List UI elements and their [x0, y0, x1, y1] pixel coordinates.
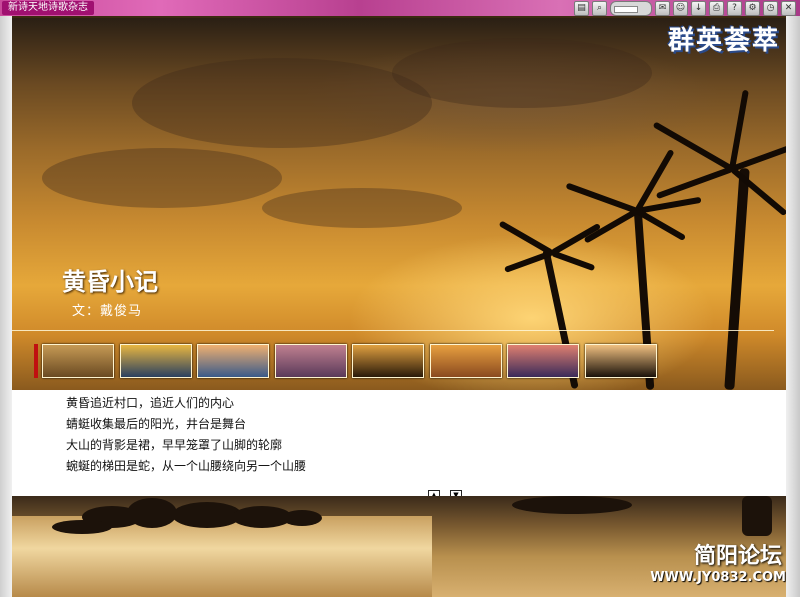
thumbnail-1[interactable] [42, 344, 114, 378]
poem-text-area: 黄昏追近村口，追近人们的内心 蜻蜓收集最后的阳光，井台是舞台 大山的背影是裙，早… [12, 390, 786, 501]
divider-line [12, 330, 774, 331]
beach-image: 简阳论坛 WWW.JY0832.COM [12, 496, 786, 597]
download-icon[interactable]: ↓ [691, 0, 706, 16]
corner-logo: 群英荟萃 [667, 26, 780, 56]
window-title: 新诗天地诗歌杂志 [2, 1, 94, 15]
thumbnail-8[interactable] [584, 344, 657, 378]
forum-url[interactable]: WWW.JY0832.COM [650, 570, 786, 585]
comment-icon[interactable]: ✉ [655, 0, 670, 16]
toolbar: ▤ ⌕ ✉ ☺ ↓ ⎙ ? ⚙ ◷ ✕ [574, 0, 800, 16]
left-border [0, 16, 12, 597]
thumbnail-5[interactable] [352, 344, 424, 378]
forum-logo: 简阳论坛 [693, 543, 782, 569]
thumbnail-3[interactable] [197, 344, 269, 378]
poem-title: 黄昏小记 [62, 267, 158, 296]
right-border [786, 16, 800, 597]
settings-icon[interactable]: ⚙ [745, 0, 760, 16]
user-icon[interactable]: ☺ [673, 0, 688, 16]
page-icon[interactable]: ▤ [574, 0, 589, 16]
sunset-sky-image: 群英荟萃 黄昏小记 文：戴俊马 [12, 18, 786, 391]
poem-line: 大山的背影是裙，早早笼罩了山脚的轮廓 [66, 438, 283, 452]
poem-line: 黄昏追近村口，追近人们的内心 [66, 396, 235, 410]
search-icon[interactable]: ⌕ [592, 0, 607, 16]
help-icon[interactable]: ? [727, 0, 742, 16]
thumbnail-2[interactable] [119, 344, 192, 378]
thumbnail-strip [34, 342, 774, 380]
thumbnail-6[interactable] [429, 344, 502, 378]
poem-line: 蜻蜓收集最后的阳光，井台是舞台 [66, 417, 247, 431]
zoom-slider[interactable] [610, 0, 652, 16]
poem-author: 文：戴俊马 [72, 304, 143, 319]
thumbnail-marker [34, 344, 38, 378]
window-titlebar: 新诗天地诗歌杂志 ▤ ⌕ ✉ ☺ ↓ ⎙ ? ⚙ ◷ ✕ [0, 0, 800, 16]
magazine-page: 群英荟萃 黄昏小记 文：戴俊马 黄昏追近村口，追近人们的内心 蜻蜓收集最后的阳光… [12, 18, 786, 597]
clock-icon[interactable]: ◷ [763, 0, 778, 16]
close-icon[interactable]: ✕ [781, 0, 796, 16]
thumbnail-4[interactable] [274, 344, 347, 378]
poem-line: 蜿蜒的梯田是蛇，从一个山腰绕向另一个山腰 [66, 459, 307, 473]
print-icon[interactable]: ⎙ [709, 0, 724, 16]
thumbnail-7[interactable] [507, 344, 579, 378]
